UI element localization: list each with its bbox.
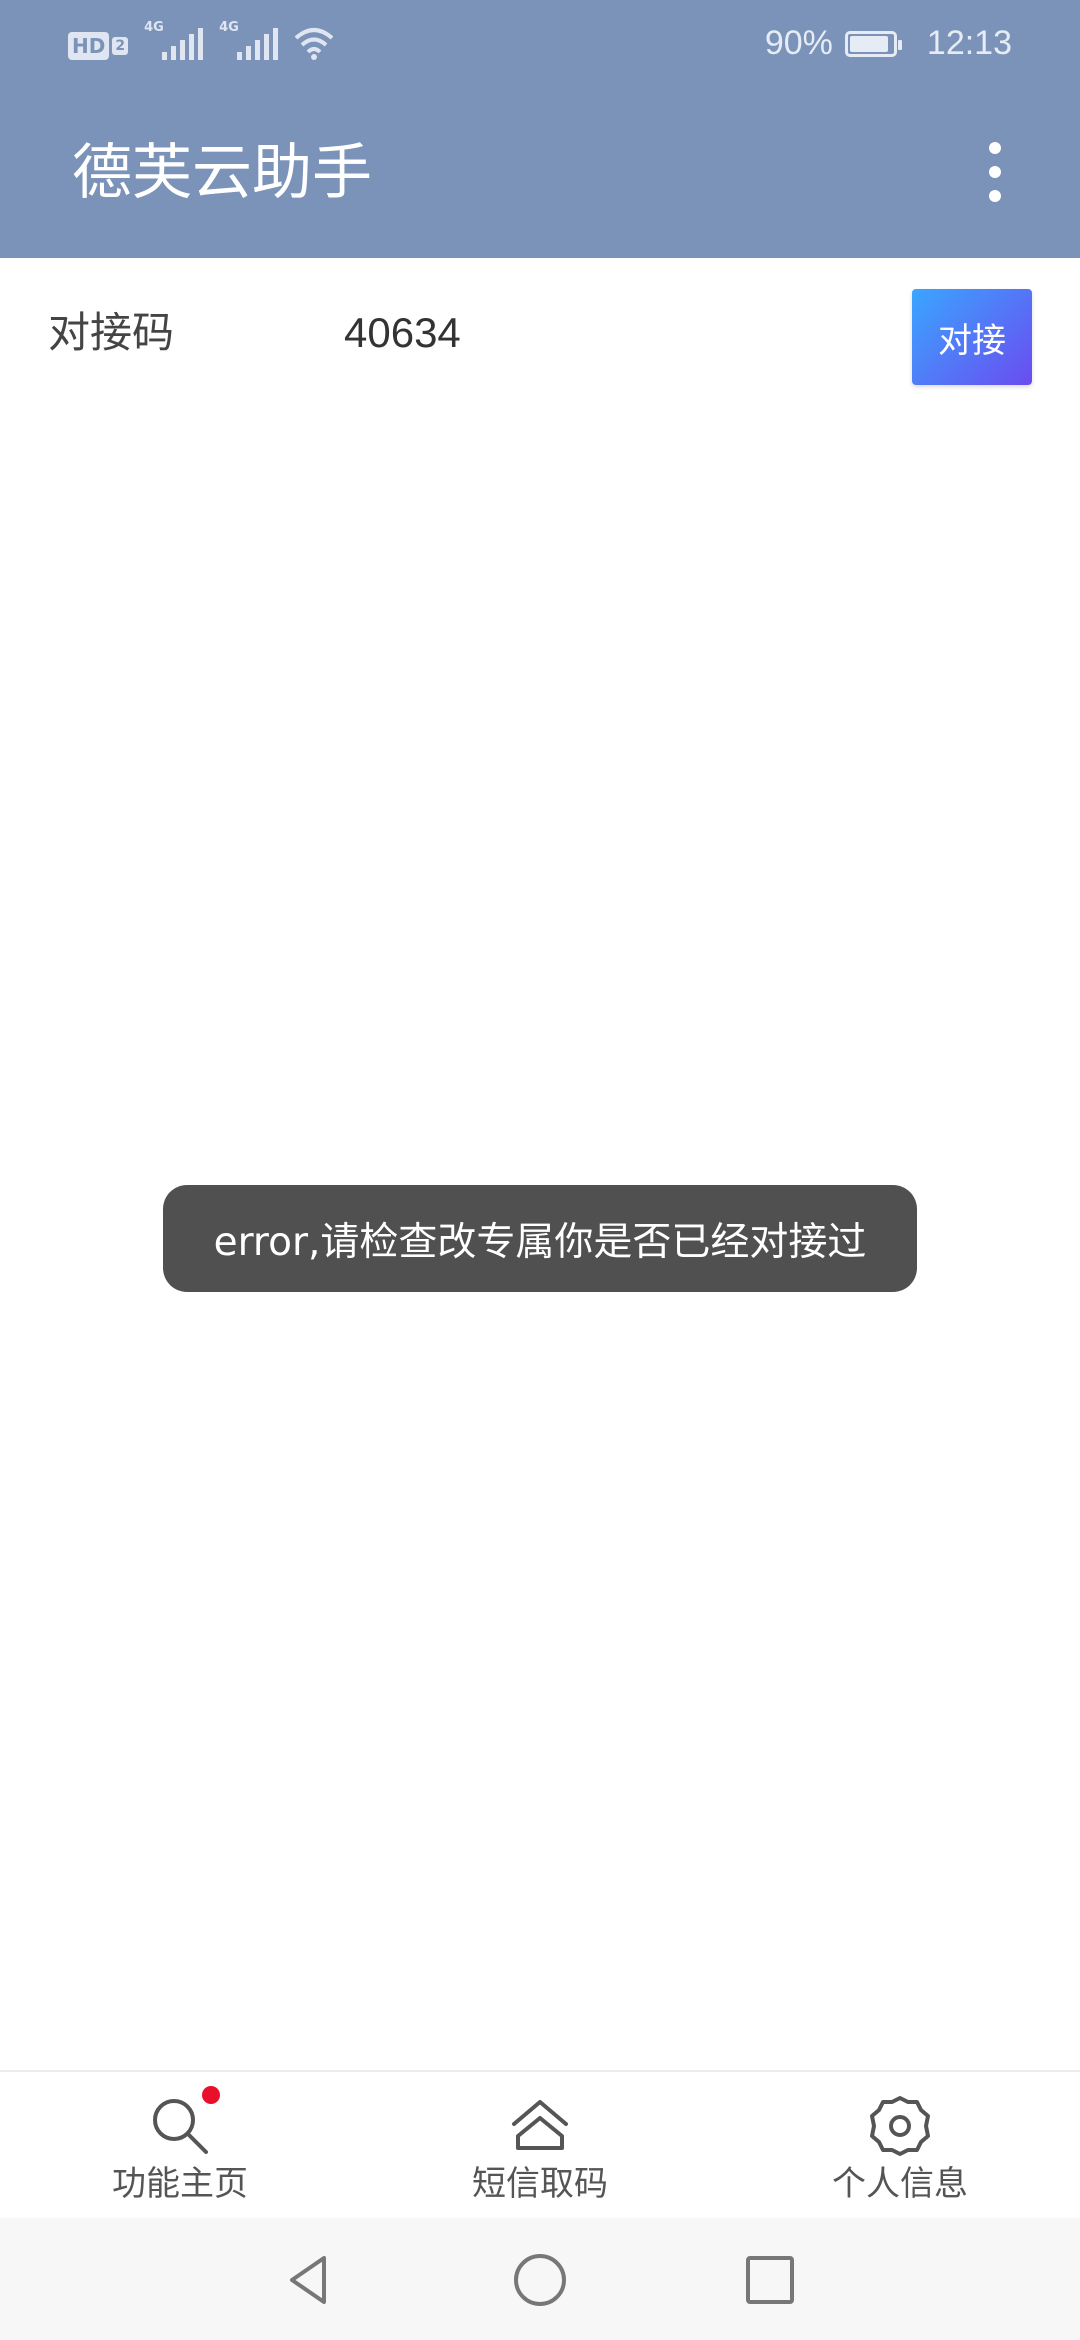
search-icon <box>148 2086 220 2158</box>
nav-item-personal-info[interactable]: 个人信息 <box>720 2072 1080 2220</box>
home-circle-icon[interactable] <box>512 2252 568 2308</box>
connect-code-value: 40634 <box>344 309 461 356</box>
signal-icon: 4G <box>219 20 279 60</box>
back-icon[interactable] <box>280 2252 336 2308</box>
signal-icon: 4G <box>144 20 204 60</box>
wifi-icon <box>294 28 334 60</box>
notification-badge <box>202 2086 220 2104</box>
gear-icon <box>868 2094 932 2158</box>
app-title: 德芙云助手 <box>72 138 372 208</box>
nav-label: 个人信息 <box>832 2164 968 2204</box>
more-vertical-icon[interactable] <box>980 142 1010 202</box>
nav-label: 短信取码 <box>472 2164 608 2204</box>
network-type-label: 4G <box>144 20 164 35</box>
status-bar: HD 2 4G 4G 90% 12:13 <box>0 0 1080 92</box>
error-toast: error,请检查改专属你是否已经对接过 <box>163 1185 917 1292</box>
clock: 12:13 <box>926 24 1012 62</box>
recents-icon[interactable] <box>742 2252 798 2308</box>
network-type-label: 4G <box>219 20 239 35</box>
sim-number: 2 <box>112 37 129 55</box>
status-right: 90% 12:13 <box>765 24 1012 63</box>
battery-percent: 90% <box>764 24 833 62</box>
battery-charging-icon <box>844 30 902 57</box>
home-icon <box>508 2094 572 2158</box>
system-navigation-bar <box>0 2218 1080 2340</box>
status-left-icons: HD 2 4G 4G <box>68 20 334 60</box>
hd-icon: HD 2 <box>68 32 129 60</box>
hd-label: HD <box>68 32 110 60</box>
connect-button[interactable]: 对接 <box>912 289 1032 385</box>
bottom-navigation: 功能主页 短信取码 个人信息 <box>0 2070 1080 2220</box>
connect-code-label: 对接码 <box>48 308 175 357</box>
nav-label: 功能主页 <box>112 2164 248 2204</box>
nav-item-sms-code[interactable]: 短信取码 <box>360 2072 720 2220</box>
nav-item-home-functions[interactable]: 功能主页 <box>0 2072 360 2220</box>
